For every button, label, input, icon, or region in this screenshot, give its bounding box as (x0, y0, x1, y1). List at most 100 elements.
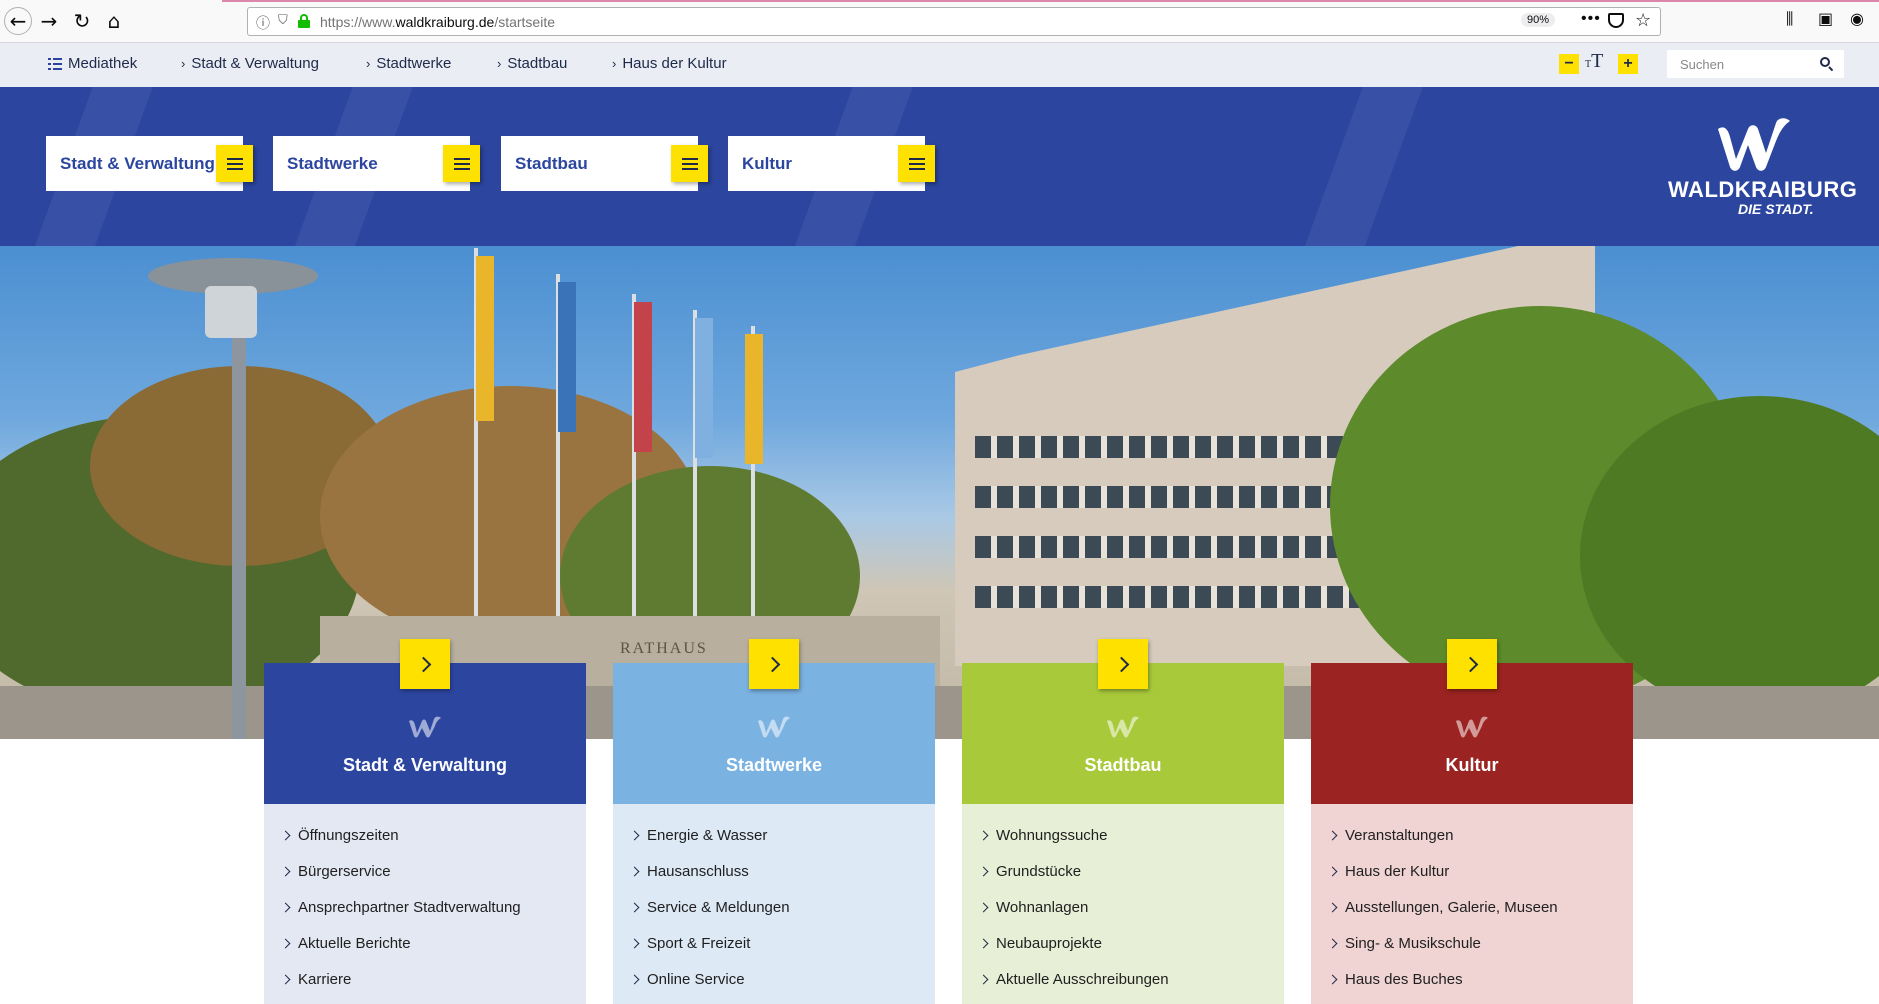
chevron-right-icon (629, 902, 640, 913)
card-title: Stadtbau (1084, 755, 1162, 775)
logo-w-icon (1107, 716, 1139, 738)
chevron-right-icon (1327, 830, 1338, 841)
card-link[interactable]: Energie & Wasser (629, 827, 767, 844)
hamburger-icon[interactable] (671, 145, 708, 182)
street-lamp (232, 286, 246, 739)
building-windows (975, 486, 1365, 508)
util-link-stadtbau[interactable]: › Stadtbau (497, 55, 567, 72)
card-link[interactable]: Sing- & Musikschule (1327, 935, 1481, 952)
back-icon[interactable]: ← (4, 7, 32, 35)
reload-icon[interactable]: ↻ (69, 8, 95, 34)
card-stadt-verwaltung: Stadt & Verwaltung Öffnungszeiten Bürger… (264, 639, 586, 1004)
card-title: Stadtwerke (725, 755, 823, 775)
zoom-level-badge[interactable]: 90% (1521, 13, 1556, 27)
card-kultur: Kultur Veranstaltungen Haus der Kultur A… (1311, 639, 1633, 1004)
util-link-haus-der-kultur[interactable]: › Haus der Kultur (612, 55, 727, 72)
card-link[interactable]: Sport & Freizeit (629, 935, 750, 952)
card-link[interactable]: Ansprechpartner Stadtverwaltung (280, 899, 521, 916)
search-box (1667, 50, 1844, 78)
card-link[interactable]: Aktuelle Berichte (280, 935, 411, 952)
lock-icon[interactable] (298, 14, 310, 28)
chevron-right-icon (629, 938, 640, 949)
url-bar[interactable]: ⓘ ⛉ https://www.waldkraiburg.de/startsei… (247, 7, 1661, 36)
chevron-right-icon (978, 938, 989, 949)
logo-w-icon (1456, 716, 1488, 738)
card-link[interactable]: Bürgerservice (280, 863, 391, 880)
card-title: Stadt & Verwaltung (342, 755, 508, 775)
chevron-right-icon[interactable] (749, 639, 799, 689)
card-link[interactable]: Wohnanlagen (978, 899, 1088, 916)
card-title: Kultur (1445, 755, 1499, 775)
card-link-list: Öffnungszeiten Bürgerservice Ansprechpar… (264, 804, 586, 1004)
chevron-right-icon (978, 866, 989, 877)
menu-stadtwerke[interactable]: Stadtwerke (273, 136, 480, 191)
hamburger-icon[interactable] (443, 145, 480, 182)
forward-icon[interactable]: → (36, 8, 62, 34)
card-stadtwerke: Stadtwerke Energie & Wasser Hausanschlus… (613, 639, 935, 1004)
util-link-stadt-verwaltung[interactable]: › Stadt & Verwaltung (181, 55, 319, 72)
logo-w-icon (758, 716, 790, 738)
info-icon[interactable]: ⓘ (256, 13, 270, 33)
flag (745, 334, 763, 464)
card-link[interactable]: Ausstellungen, Galerie, Museen (1327, 899, 1558, 916)
card-link[interactable]: Online Service (629, 971, 745, 988)
card-link[interactable]: Neubauprojekte (978, 935, 1102, 952)
search-icon[interactable] (1820, 57, 1834, 72)
card-link[interactable]: Aktuelle Ausschreibungen (978, 971, 1169, 988)
chevron-right-icon (629, 974, 640, 985)
chevron-right-icon (1327, 938, 1338, 949)
util-link-stadtwerke[interactable]: › Stadtwerke (366, 55, 451, 72)
menu-kultur[interactable]: Kultur (728, 136, 935, 191)
page-actions-icon[interactable]: ••• (1581, 10, 1601, 28)
browser-toolbar: ← → ↻ ⌂ ⓘ ⛉ https://www.waldkraiburg.de/… (0, 0, 1879, 43)
search-input[interactable] (1667, 50, 1817, 78)
card-header[interactable]: Stadtbau (962, 639, 1284, 804)
util-link-mediathek[interactable]: Mediathek (48, 55, 137, 72)
site-logo[interactable]: WALDKRAIBURG DIE STADT. (1664, 115, 1857, 225)
card-link[interactable]: Karriere (280, 971, 351, 988)
card-link[interactable]: Öffnungszeiten (280, 827, 399, 844)
bookmark-star-icon[interactable]: ☆ (1635, 10, 1651, 31)
card-link[interactable]: Service & Meldungen (629, 899, 790, 916)
chevron-right-icon (978, 830, 989, 841)
url-text[interactable]: https://www.waldkraiburg.de/startseite (320, 14, 555, 30)
chevron-right-icon: › (612, 56, 617, 71)
card-header[interactable]: Stadtwerke (613, 639, 935, 804)
card-link-list: Energie & Wasser Hausanschluss Service &… (613, 804, 935, 1004)
hamburger-icon[interactable] (898, 145, 935, 182)
chevron-right-icon (280, 974, 291, 985)
building-windows (975, 586, 1365, 608)
chevron-right-icon: › (181, 56, 186, 71)
chevron-right-icon (280, 866, 291, 877)
card-link[interactable]: Haus der Kultur (1327, 863, 1449, 880)
font-increase-button[interactable]: + (1618, 54, 1638, 74)
pocket-icon[interactable] (1608, 13, 1624, 28)
card-header[interactable]: Kultur (1311, 639, 1633, 804)
card-link[interactable]: Hausanschluss (629, 863, 749, 880)
card-link-list: Wohnungssuche Grundstücke Wohnanlagen Ne… (962, 804, 1284, 1004)
card-stadtbau: Stadtbau Wohnungssuche Grundstücke Wohna… (962, 639, 1284, 1004)
building-windows (975, 436, 1365, 458)
menu-stadtbau[interactable]: Stadtbau (501, 136, 708, 191)
chevron-right-icon[interactable] (1447, 639, 1497, 689)
card-link[interactable]: Veranstaltungen (1327, 827, 1453, 844)
flag (558, 282, 576, 432)
media-list-icon (48, 57, 62, 70)
account-icon[interactable]: ◉ (1850, 9, 1864, 28)
font-decrease-button[interactable]: − (1559, 54, 1579, 74)
card-link[interactable]: Grundstücke (978, 863, 1081, 880)
chevron-right-icon[interactable] (1098, 639, 1148, 689)
chevron-right-icon[interactable] (400, 639, 450, 689)
menu-stadt-verwaltung[interactable]: Stadt & Verwaltung (46, 136, 253, 191)
hamburger-icon[interactable] (216, 145, 253, 182)
card-header[interactable]: Stadt & Verwaltung (264, 639, 586, 804)
sidebar-icon[interactable]: ▣ (1818, 9, 1833, 28)
library-icon[interactable]: ⫼ (1786, 9, 1793, 29)
card-link[interactable]: Wohnungssuche (978, 827, 1107, 844)
chevron-right-icon (978, 902, 989, 913)
chevron-right-icon: › (497, 56, 502, 71)
card-link[interactable]: Haus des Buches (1327, 971, 1463, 988)
chevron-right-icon (629, 830, 640, 841)
tracking-shield-icon[interactable]: ⛉ (278, 13, 288, 28)
home-icon[interactable]: ⌂ (101, 8, 127, 34)
